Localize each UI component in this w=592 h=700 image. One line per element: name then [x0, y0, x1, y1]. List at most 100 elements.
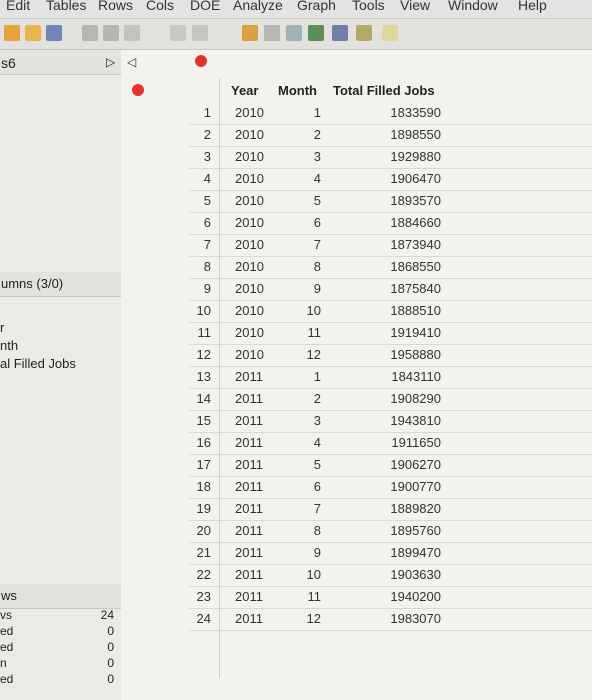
cell-total-filled-jobs[interactable]: 1940200	[377, 586, 441, 608]
cell-year[interactable]: 2011	[235, 410, 263, 432]
cell-total-filled-jobs[interactable]: 1888510	[377, 300, 441, 322]
cell-month[interactable]: 11	[291, 322, 322, 344]
data-grid-icon[interactable]	[286, 25, 302, 41]
cell-month[interactable]: 6	[291, 476, 321, 498]
menu-help[interactable]: Help	[518, 0, 547, 13]
cell-total-filled-jobs[interactable]: 1906270	[377, 454, 441, 476]
cell-year[interactable]: 2011	[235, 432, 263, 454]
row-number[interactable]: 17	[189, 454, 211, 476]
row-number[interactable]: 22	[189, 564, 211, 586]
row-number[interactable]: 2	[189, 124, 211, 146]
header-year[interactable]: Year	[231, 83, 258, 98]
header-total-filled-jobs[interactable]: Total Filled Jobs	[333, 83, 435, 98]
cell-total-filled-jobs[interactable]: 1833590	[377, 102, 441, 124]
cell-total-filled-jobs[interactable]: 1875840	[377, 278, 441, 300]
cell-total-filled-jobs[interactable]: 1919410	[377, 322, 441, 344]
table-menu-icon[interactable]	[132, 84, 144, 96]
row-number[interactable]: 15	[189, 410, 211, 432]
cell-total-filled-jobs[interactable]: 1908290	[377, 388, 441, 410]
cell-month[interactable]: 3	[291, 146, 321, 168]
table-name[interactable]: s6	[1, 55, 16, 71]
cell-month[interactable]: 2	[291, 388, 321, 410]
column-item[interactable]: nth	[0, 338, 18, 353]
cell-year[interactable]: 2010	[235, 212, 264, 234]
row-number[interactable]: 23	[189, 586, 211, 608]
menu-rows[interactable]: Rows	[98, 0, 133, 13]
cell-month[interactable]: 5	[291, 190, 321, 212]
cell-month[interactable]: 5	[291, 454, 321, 476]
save-icon[interactable]	[46, 25, 62, 41]
cell-month[interactable]: 3	[291, 410, 321, 432]
cell-year[interactable]: 2010	[235, 256, 264, 278]
menu-cols[interactable]: Cols	[146, 0, 174, 13]
cell-year[interactable]: 2011	[235, 476, 263, 498]
cell-month[interactable]: 6	[291, 212, 321, 234]
row-number[interactable]: 1	[189, 102, 211, 124]
lock-icon[interactable]	[192, 25, 208, 41]
script-icon[interactable]	[356, 25, 372, 41]
cell-month[interactable]: 7	[291, 234, 321, 256]
row-number[interactable]: 12	[189, 344, 211, 366]
cell-year[interactable]: 2011	[235, 454, 263, 476]
cell-year[interactable]: 2010	[235, 344, 264, 366]
header-month[interactable]: Month	[278, 83, 317, 98]
collapse-triangle-icon[interactable]: ◁	[127, 55, 136, 69]
cell-total-filled-jobs[interactable]: 1899470	[377, 542, 441, 564]
cell-total-filled-jobs[interactable]: 1911650	[377, 432, 441, 454]
open-icon[interactable]	[25, 25, 41, 41]
cell-month[interactable]: 2	[291, 124, 321, 146]
menu-tools[interactable]: Tools	[352, 0, 385, 13]
row-number[interactable]: 13	[189, 366, 211, 388]
menu-window[interactable]: Window	[448, 0, 498, 13]
cell-month[interactable]: 10	[291, 300, 321, 322]
fit-y-by-x-icon[interactable]	[332, 25, 348, 41]
column-item[interactable]: al Filled Jobs	[0, 356, 76, 371]
cell-month[interactable]: 1	[291, 102, 321, 124]
cell-total-filled-jobs[interactable]: 1903630	[377, 564, 441, 586]
cell-month[interactable]: 12	[291, 608, 321, 630]
cell-year[interactable]: 2010	[235, 124, 264, 146]
cell-total-filled-jobs[interactable]: 1868550	[377, 256, 441, 278]
row-number[interactable]: 24	[189, 608, 211, 630]
cell-month[interactable]: 12	[291, 344, 321, 366]
menu-graph[interactable]: Graph	[297, 0, 336, 13]
cell-month[interactable]: 1	[291, 366, 321, 388]
cell-month[interactable]: 11	[291, 586, 322, 608]
cell-month[interactable]: 9	[291, 278, 321, 300]
cell-total-filled-jobs[interactable]: 1895760	[377, 520, 441, 542]
cell-year[interactable]: 2010	[235, 278, 264, 300]
row-number[interactable]: 14	[189, 388, 211, 410]
cell-month[interactable]: 8	[291, 520, 321, 542]
menu-tables[interactable]: Tables	[46, 0, 86, 13]
row-number[interactable]: 20	[189, 520, 211, 542]
cell-month[interactable]: 8	[291, 256, 321, 278]
cell-total-filled-jobs[interactable]: 1843110	[377, 366, 441, 388]
cell-total-filled-jobs[interactable]: 1900770	[377, 476, 441, 498]
cell-year[interactable]: 2010	[235, 234, 264, 256]
cell-year[interactable]: 2010	[235, 102, 264, 124]
report-icon[interactable]	[170, 25, 186, 41]
row-number[interactable]: 9	[189, 278, 211, 300]
row-number[interactable]: 8	[189, 256, 211, 278]
cell-total-filled-jobs[interactable]: 1983070	[377, 608, 441, 630]
menu-view[interactable]: View	[400, 0, 430, 13]
row-number[interactable]: 10	[189, 300, 211, 322]
menu-doe[interactable]: DOE	[190, 0, 220, 13]
row-number[interactable]: 3	[189, 146, 211, 168]
menu-edit[interactable]: Edit	[6, 0, 30, 13]
cell-total-filled-jobs[interactable]: 1943810	[377, 410, 441, 432]
cell-year[interactable]: 2010	[235, 168, 264, 190]
graph-builder-icon[interactable]	[308, 25, 324, 41]
cell-year[interactable]: 2011	[235, 564, 263, 586]
column-dropdown-icon[interactable]	[195, 55, 207, 67]
cell-year[interactable]: 2011	[235, 366, 263, 388]
row-number[interactable]: 6	[189, 212, 211, 234]
row-number[interactable]: 11	[189, 322, 212, 344]
cell-year[interactable]: 2011	[235, 520, 263, 542]
row-number[interactable]: 5	[189, 190, 211, 212]
cell-year[interactable]: 2010	[235, 190, 264, 212]
grid-icon[interactable]	[264, 25, 280, 41]
cell-total-filled-jobs[interactable]: 1873940	[377, 234, 441, 256]
cell-total-filled-jobs[interactable]: 1958880	[377, 344, 441, 366]
cell-total-filled-jobs[interactable]: 1893570	[377, 190, 441, 212]
